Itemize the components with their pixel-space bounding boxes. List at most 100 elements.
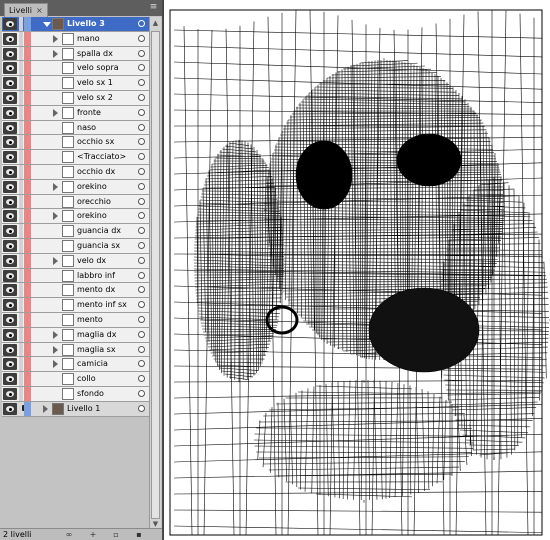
layer-name[interactable]: orekino bbox=[77, 211, 107, 220]
target-circle-icon[interactable] bbox=[138, 271, 145, 279]
layer-group-row[interactable]: Livello 3 bbox=[2, 17, 149, 32]
target-circle-icon[interactable] bbox=[138, 182, 145, 190]
eye-icon[interactable] bbox=[3, 77, 17, 90]
layer-name[interactable]: naso bbox=[77, 123, 96, 132]
vertical-scrollbar[interactable]: ▲ ▼ bbox=[149, 17, 161, 530]
layer-link-slot[interactable] bbox=[19, 209, 23, 224]
layer-row[interactable]: labbro inf bbox=[2, 268, 149, 284]
layer-row[interactable]: mento dx bbox=[2, 283, 149, 299]
layer-link-slot[interactable] bbox=[19, 120, 23, 135]
layer-name[interactable]: occhio sx bbox=[77, 137, 114, 146]
layer-link-slot[interactable] bbox=[19, 298, 23, 312]
target-circle-icon[interactable] bbox=[138, 345, 145, 353]
layer-row[interactable]: mano bbox=[2, 31, 149, 47]
layer-row[interactable]: <Tracciato> bbox=[2, 150, 149, 165]
layer-link-slot[interactable] bbox=[19, 238, 23, 253]
layer-link-slot[interactable] bbox=[19, 372, 23, 386]
expand-arrow-icon[interactable] bbox=[53, 256, 58, 265]
eye-icon[interactable] bbox=[3, 180, 17, 193]
layer-row[interactable]: guancia sx bbox=[2, 238, 149, 254]
target-circle-icon[interactable] bbox=[138, 389, 145, 397]
eye-icon[interactable] bbox=[3, 195, 17, 208]
target-circle-icon[interactable] bbox=[138, 315, 145, 323]
layer-row[interactable]: guancia dx bbox=[2, 224, 149, 239]
expand-arrow-icon[interactable] bbox=[53, 34, 58, 43]
layer-row[interactable]: velo sx 2 bbox=[2, 90, 149, 106]
layer-link-slot[interactable] bbox=[19, 150, 23, 164]
target-circle-icon[interactable] bbox=[138, 34, 145, 42]
add-sublayer-icon[interactable]: + bbox=[88, 530, 98, 539]
target-circle-icon[interactable] bbox=[138, 227, 145, 235]
target-circle-icon[interactable] bbox=[138, 93, 145, 101]
layer-name[interactable]: velo sopra bbox=[77, 63, 119, 72]
target-circle-icon[interactable] bbox=[138, 375, 145, 383]
layer-link-slot[interactable] bbox=[19, 357, 23, 372]
layer-name[interactable]: velo dx bbox=[77, 256, 106, 265]
layer-row[interactable]: velo sx 1 bbox=[2, 76, 149, 91]
layer-link-slot[interactable] bbox=[19, 135, 23, 150]
target-circle-icon[interactable] bbox=[138, 108, 145, 116]
eye-icon[interactable] bbox=[3, 210, 17, 223]
eye-icon[interactable] bbox=[3, 343, 17, 356]
target-circle-icon[interactable] bbox=[138, 49, 145, 57]
layer-row[interactable]: naso bbox=[2, 120, 149, 136]
layer-name[interactable]: occhio dx bbox=[77, 167, 115, 176]
eye-icon[interactable] bbox=[3, 225, 17, 238]
layer-name[interactable]: Livello 3 bbox=[67, 19, 105, 28]
layer-link-slot[interactable] bbox=[19, 90, 23, 105]
eye-icon[interactable] bbox=[3, 32, 17, 45]
layer-row[interactable]: mento inf sx bbox=[2, 298, 149, 313]
layer-link-slot[interactable] bbox=[19, 312, 23, 327]
target-circle-icon[interactable] bbox=[138, 301, 145, 309]
layer-link-slot[interactable] bbox=[19, 17, 23, 31]
eye-icon[interactable] bbox=[3, 18, 17, 30]
eye-icon[interactable] bbox=[3, 62, 17, 75]
target-circle-icon[interactable] bbox=[138, 123, 145, 131]
layer-link-slot[interactable] bbox=[19, 31, 23, 46]
eye-icon[interactable] bbox=[3, 136, 17, 149]
layer-row[interactable]: camicia bbox=[2, 357, 149, 373]
layer-link-slot[interactable] bbox=[19, 61, 23, 76]
tab-livelli[interactable]: Livelli × bbox=[4, 3, 48, 17]
eye-icon[interactable] bbox=[3, 151, 17, 164]
layer-link-slot[interactable] bbox=[19, 224, 23, 238]
layer-name[interactable]: velo sx 1 bbox=[77, 78, 113, 87]
layer-row[interactable]: sfondo bbox=[2, 386, 149, 402]
expand-arrow-icon[interactable] bbox=[53, 108, 58, 117]
eye-icon[interactable] bbox=[3, 328, 17, 341]
layer-row[interactable]: collo bbox=[2, 372, 149, 387]
expand-arrow-icon[interactable] bbox=[53, 360, 58, 369]
layer-row[interactable]: spalla dx bbox=[2, 46, 149, 62]
layer-name[interactable]: Livello 1 bbox=[67, 404, 100, 413]
layer-row[interactable]: orekino bbox=[2, 179, 149, 195]
layer-link-slot[interactable] bbox=[19, 342, 23, 357]
eye-icon[interactable] bbox=[3, 313, 17, 326]
layer-name[interactable]: guancia sx bbox=[77, 241, 120, 250]
layer-link-slot[interactable] bbox=[19, 268, 23, 283]
layer-link-slot[interactable] bbox=[19, 386, 23, 401]
target-circle-icon[interactable] bbox=[138, 212, 145, 220]
layer-name[interactable]: mento dx bbox=[77, 285, 115, 294]
layer-row[interactable]: maglia dx bbox=[2, 327, 149, 343]
expand-arrow-icon[interactable] bbox=[53, 212, 58, 221]
layer-link-slot[interactable] bbox=[19, 253, 23, 268]
layer-row[interactable]: occhio sx bbox=[2, 135, 149, 151]
layer-link-slot[interactable] bbox=[19, 105, 23, 120]
layer-name[interactable]: sfondo bbox=[77, 389, 104, 398]
layer-name[interactable]: guancia dx bbox=[77, 226, 121, 235]
layer-row[interactable]: velo dx bbox=[2, 253, 149, 269]
layer-name[interactable]: <Tracciato> bbox=[77, 152, 126, 161]
layer-row[interactable]: orekino bbox=[2, 209, 149, 225]
layer-link-slot[interactable] bbox=[19, 194, 23, 209]
layer-name[interactable]: fronte bbox=[77, 108, 101, 117]
layer-name[interactable]: maglia sx bbox=[77, 345, 116, 354]
eye-icon[interactable] bbox=[3, 239, 17, 252]
target-circle-icon[interactable] bbox=[138, 153, 145, 161]
layer-name[interactable]: velo sx 2 bbox=[77, 93, 113, 102]
eye-icon[interactable] bbox=[3, 254, 17, 267]
layer-row[interactable]: orecchio bbox=[2, 194, 149, 210]
link-icon[interactable]: ∞ bbox=[64, 530, 74, 539]
layer-link-slot[interactable] bbox=[19, 283, 23, 298]
target-circle-icon[interactable] bbox=[138, 79, 145, 87]
expand-arrow-icon[interactable] bbox=[53, 49, 58, 58]
